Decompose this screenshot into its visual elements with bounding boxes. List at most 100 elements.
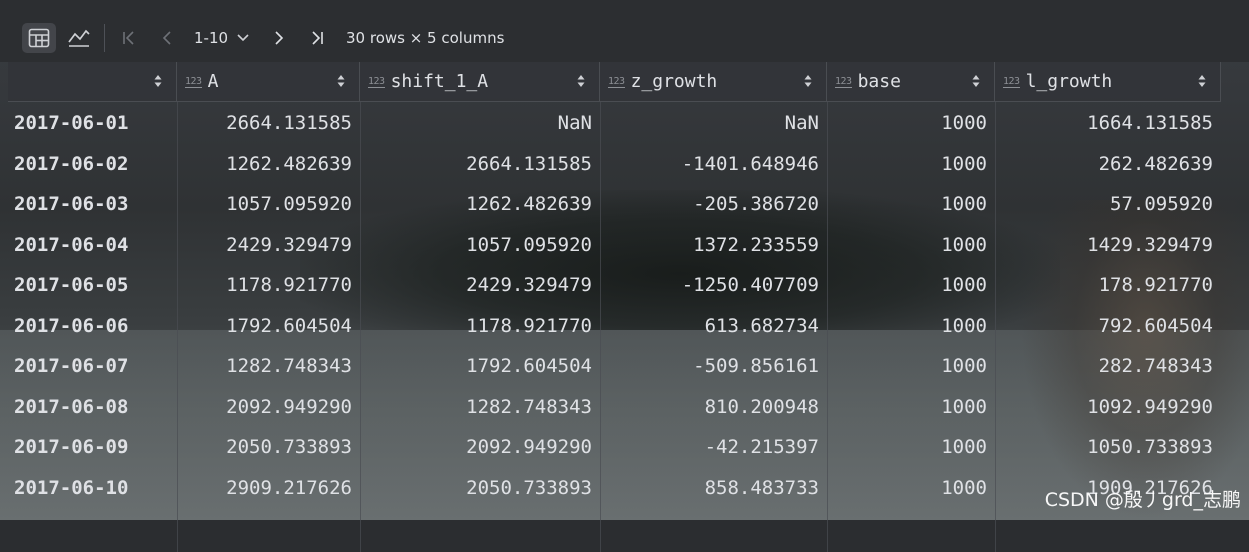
table-cell[interactable]: 282.748343 xyxy=(995,346,1221,386)
table-cell[interactable]: 1792.604504 xyxy=(360,346,600,386)
table-cell[interactable]: 1000 xyxy=(827,387,995,427)
table-cell[interactable]: -42.215397 xyxy=(600,427,827,467)
table-cell[interactable]: 1000 xyxy=(827,184,995,224)
table-cell[interactable]: -1250.407709 xyxy=(600,265,827,305)
numeric-type-badge: 123 xyxy=(1003,75,1020,88)
column-header-label: l_growth xyxy=(1025,71,1113,92)
last-page-icon xyxy=(312,31,323,45)
table-cell[interactable]: 1792.604504 xyxy=(177,306,360,346)
table-cell[interactable]: 178.921770 xyxy=(995,265,1221,305)
table-cell[interactable]: 1000 xyxy=(827,144,995,184)
next-page-button[interactable] xyxy=(268,26,290,50)
row-index-label[interactable]: 2017-06-07 xyxy=(8,346,177,386)
table-cell[interactable]: 1262.482639 xyxy=(177,144,360,184)
toolbar-divider xyxy=(104,24,105,52)
table-cell[interactable]: 1000 xyxy=(827,427,995,467)
row-index-label[interactable]: 2017-06-01 xyxy=(8,103,177,143)
column-header-label: base xyxy=(857,71,901,92)
sort-arrows-icon[interactable] xyxy=(337,74,345,88)
table-cell[interactable]: 2429.329479 xyxy=(360,265,600,305)
column-header-shift-1-A[interactable]: 123 shift_1_A xyxy=(360,62,600,102)
column-header-z-growth[interactable]: 123 z_growth xyxy=(600,62,827,102)
column-header-l-growth[interactable]: 123 l_growth xyxy=(995,62,1221,102)
table-cell[interactable]: 262.482639 xyxy=(995,144,1221,184)
last-page-button[interactable] xyxy=(306,26,328,50)
table-cell[interactable]: 1282.748343 xyxy=(177,346,360,386)
row-index-label[interactable]: 2017-06-06 xyxy=(8,306,177,346)
dataframe-toolbar: 1-10 30 rows × 5 columns xyxy=(0,0,1249,62)
column-header-label: shift_1_A xyxy=(390,71,489,92)
sort-arrows-icon[interactable] xyxy=(972,74,980,88)
column-header-index[interactable] xyxy=(8,62,177,102)
previous-page-button[interactable] xyxy=(156,26,178,50)
table-cell[interactable]: 1000 xyxy=(827,346,995,386)
table-cell[interactable]: 2909.217626 xyxy=(177,468,360,508)
column-header-label: z_growth xyxy=(630,71,718,92)
table-cell[interactable]: 1372.233559 xyxy=(600,225,827,265)
sort-arrows-icon[interactable] xyxy=(804,74,812,88)
table-cell[interactable]: 1000 xyxy=(827,265,995,305)
line-chart-icon xyxy=(68,29,90,47)
table-cell[interactable]: NaN xyxy=(600,103,827,143)
watermark: CSDN @殷丿grd_志鹏 xyxy=(1044,489,1241,511)
table-cell[interactable]: 1429.329479 xyxy=(995,225,1221,265)
row-index-label[interactable]: 2017-06-10 xyxy=(8,468,177,508)
column-header-base[interactable]: 123 base xyxy=(827,62,995,102)
sort-arrows-icon[interactable] xyxy=(1198,74,1206,88)
table-cell[interactable]: 1000 xyxy=(827,225,995,265)
table-cell[interactable]: 1050.733893 xyxy=(995,427,1221,467)
row-index-label[interactable]: 2017-06-02 xyxy=(8,144,177,184)
page-range-label: 1-10 xyxy=(194,29,229,47)
row-index-label[interactable]: 2017-06-04 xyxy=(8,225,177,265)
table-cell[interactable]: 1178.921770 xyxy=(360,306,600,346)
row-index-label[interactable]: 2017-06-03 xyxy=(8,184,177,224)
column-header-A[interactable]: 123 A xyxy=(177,62,360,102)
row-index-label[interactable]: 2017-06-08 xyxy=(8,387,177,427)
chevron-right-icon xyxy=(275,31,284,45)
table-cell[interactable]: 792.604504 xyxy=(995,306,1221,346)
table-cell[interactable]: 810.200948 xyxy=(600,387,827,427)
numeric-type-badge: 123 xyxy=(368,75,385,88)
numeric-type-badge: 123 xyxy=(608,75,625,88)
table-cell[interactable]: 1282.748343 xyxy=(360,387,600,427)
table-cell[interactable]: -1401.648946 xyxy=(600,144,827,184)
table-cell[interactable]: 1092.949290 xyxy=(995,387,1221,427)
table-cell[interactable]: 1178.921770 xyxy=(177,265,360,305)
table-cell[interactable]: 1057.095920 xyxy=(360,225,600,265)
table-cell[interactable]: 1057.095920 xyxy=(177,184,360,224)
row-index-label[interactable]: 2017-06-05 xyxy=(8,265,177,305)
chevron-left-icon xyxy=(162,31,171,45)
row-index-label[interactable]: 2017-06-09 xyxy=(8,427,177,467)
sort-arrows-icon[interactable] xyxy=(577,74,585,88)
first-page-icon xyxy=(123,31,134,45)
first-page-button[interactable] xyxy=(118,26,140,50)
chart-view-button[interactable] xyxy=(62,23,96,53)
table-cell[interactable]: -205.386720 xyxy=(600,184,827,224)
page-range-dropdown[interactable]: 1-10 xyxy=(194,26,256,50)
table-cell[interactable]: -509.856161 xyxy=(600,346,827,386)
table-cell[interactable]: 2092.949290 xyxy=(360,427,600,467)
table-cell[interactable]: 2664.131585 xyxy=(177,103,360,143)
table-cell[interactable]: NaN xyxy=(360,103,600,143)
column-header-label: A xyxy=(207,71,219,92)
table-cell[interactable]: 2050.733893 xyxy=(360,468,600,508)
chevron-down-icon xyxy=(237,34,249,42)
table-cell[interactable]: 1000 xyxy=(827,468,995,508)
table-view-button[interactable] xyxy=(22,23,56,53)
sort-arrows-icon[interactable] xyxy=(154,74,162,88)
table-cell[interactable]: 2664.131585 xyxy=(360,144,600,184)
table-cell[interactable]: 858.483733 xyxy=(600,468,827,508)
table-cell[interactable]: 613.682734 xyxy=(600,306,827,346)
table-size-summary: 30 rows × 5 columns xyxy=(346,29,505,47)
table-cell[interactable]: 2092.949290 xyxy=(177,387,360,427)
table-cell[interactable]: 2429.329479 xyxy=(177,225,360,265)
table-cell[interactable]: 1262.482639 xyxy=(360,184,600,224)
table-cell[interactable]: 57.095920 xyxy=(995,184,1221,224)
table-cell[interactable]: 1664.131585 xyxy=(995,103,1221,143)
table-cell[interactable]: 2050.733893 xyxy=(177,427,360,467)
table-cell[interactable]: 1000 xyxy=(827,306,995,346)
table-cell[interactable]: 1000 xyxy=(827,103,995,143)
numeric-type-badge: 123 xyxy=(835,75,852,88)
numeric-type-badge: 123 xyxy=(185,75,202,88)
table-grid-icon xyxy=(28,28,50,48)
